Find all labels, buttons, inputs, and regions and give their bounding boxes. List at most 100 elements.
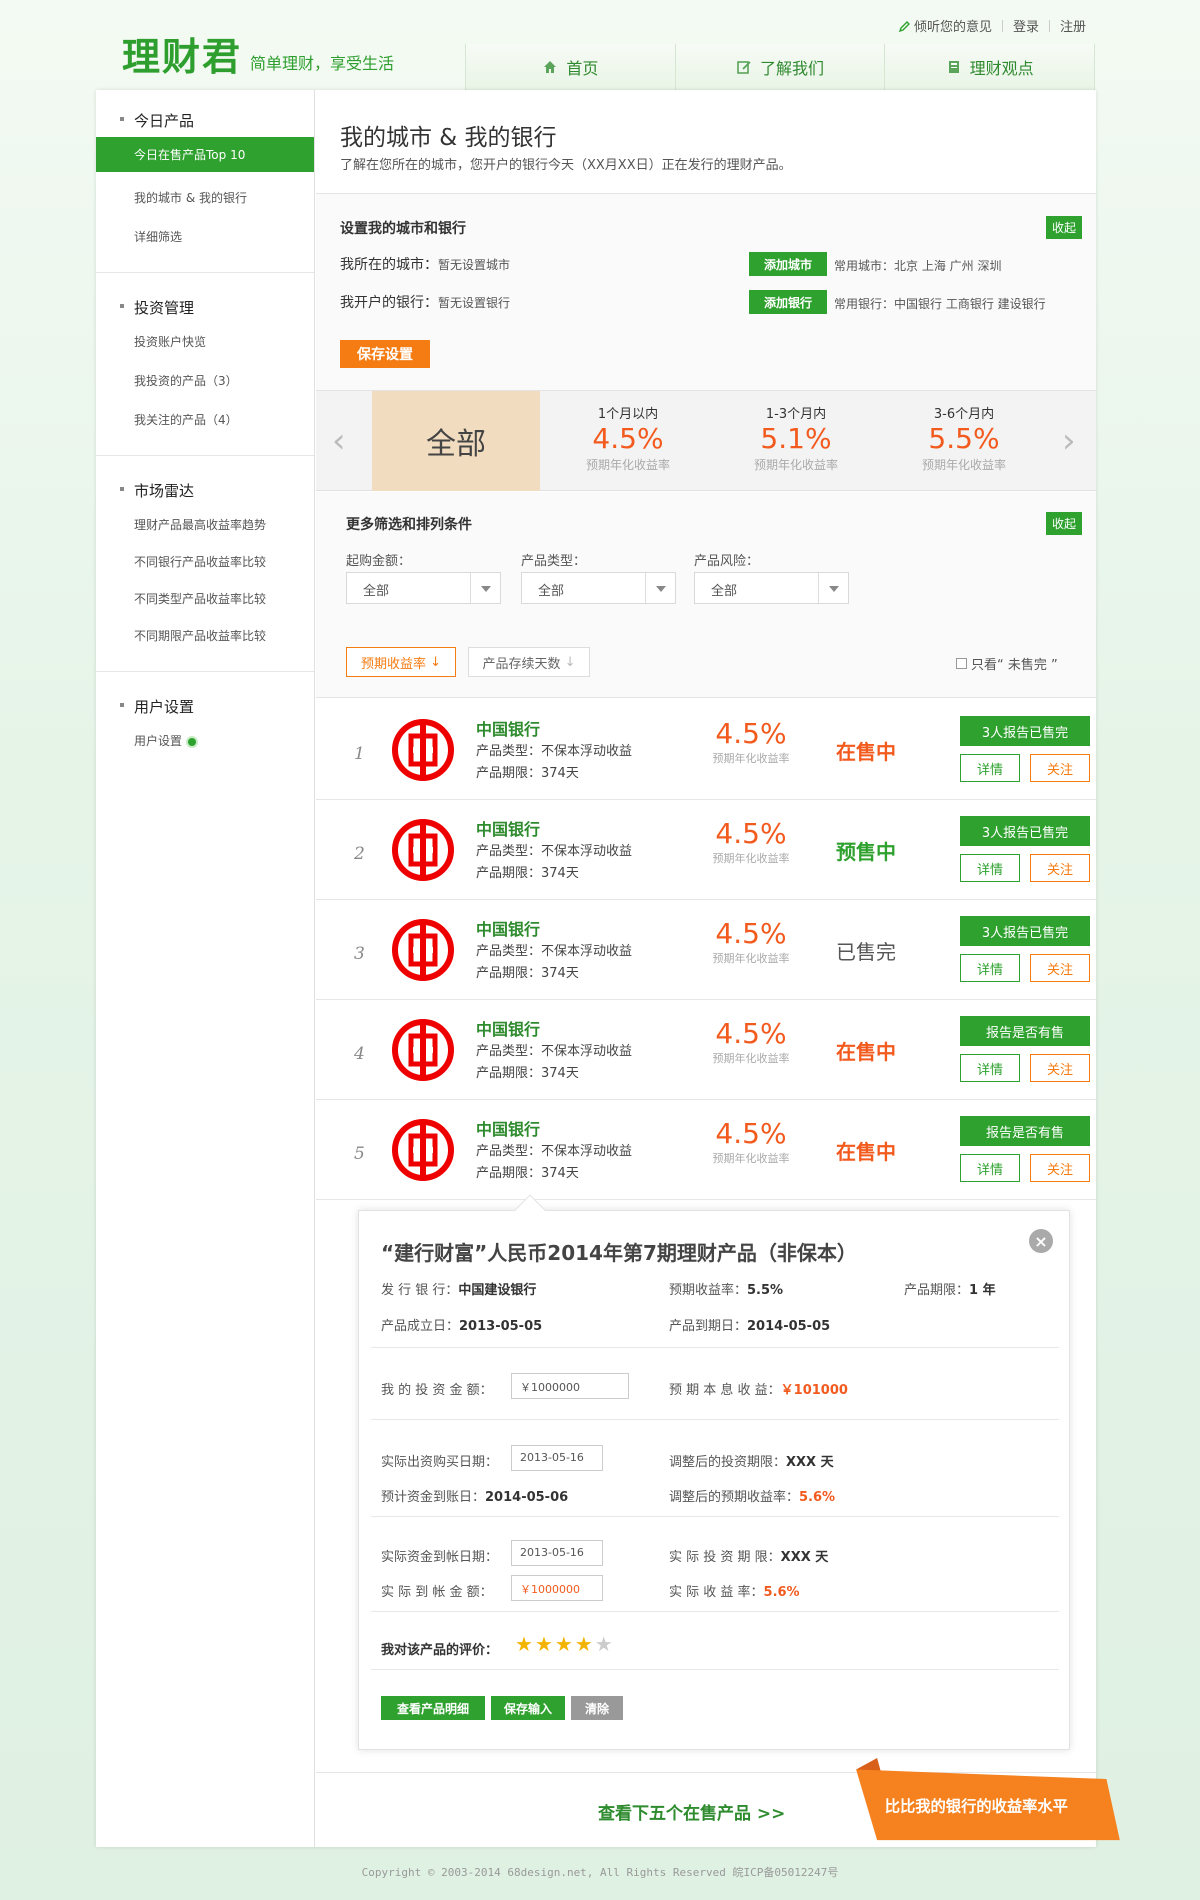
sort-days-button[interactable]: 产品存续天数 ↓: [468, 647, 590, 677]
logo[interactable]: 理财君: [122, 26, 242, 81]
prev-arrow-icon[interactable]: ‹: [332, 421, 346, 461]
risk-select[interactable]: 全部: [694, 572, 849, 604]
bank-name[interactable]: 中国银行: [476, 816, 540, 840]
view-detail-button[interactable]: 查看产品明细: [381, 1696, 485, 1720]
sidebar-item-my-city-bank[interactable]: 我的城市 & 我的银行: [96, 180, 314, 215]
bank-name[interactable]: 中国银行: [476, 1016, 540, 1040]
detail-button[interactable]: 详情: [960, 954, 1020, 982]
product-rate: 4.5% 预期年化收益率: [712, 917, 790, 966]
report-button[interactable]: 3人报告已售完: [960, 816, 1090, 846]
sidebar-item-by-term[interactable]: 不同期限产品收益率比较: [96, 618, 314, 653]
issuer-field: 发 行 银 行：中国建设银行: [381, 1283, 537, 1298]
clear-button[interactable]: 清除: [571, 1696, 623, 1720]
product-rate: 4.5% 预期年化收益率: [712, 717, 790, 766]
star-icon[interactable]: ★: [515, 1632, 533, 1656]
sidebar-item-invested[interactable]: 我投资的产品（3）: [96, 363, 314, 398]
chevron-down-icon: [470, 573, 500, 603]
tab-all[interactable]: 全部: [372, 391, 540, 491]
next-arrow-icon[interactable]: ›: [1062, 421, 1076, 461]
product-row[interactable]: 4 中国银行 产品类型：不保本浮动收益 产品期限：374天 4.5% 预期年化收益率 在售中…: [316, 1000, 1096, 1100]
real-amount-input[interactable]: ￥1000000: [511, 1575, 603, 1601]
add-city-button[interactable]: 添加城市: [749, 252, 827, 276]
bank-name[interactable]: 中国银行: [476, 716, 540, 740]
sidebar-item-accounts[interactable]: 投资账户快览: [96, 324, 314, 359]
save-settings-button[interactable]: 保存设置: [340, 340, 430, 368]
footer: Copyright © 2003-2014 68design.net, All …: [361, 1866, 839, 1879]
nav-label: 理财观点: [969, 59, 1034, 78]
follow-button[interactable]: 关注: [1030, 754, 1090, 782]
checkbox-box: [956, 658, 967, 669]
star-icon[interactable]: ★: [535, 1632, 553, 1656]
detail-button[interactable]: 详情: [960, 854, 1020, 882]
invest-input[interactable]: ￥1000000: [511, 1373, 629, 1399]
only-unsold-checkbox[interactable]: 只看“ 未售完 ”: [956, 654, 1058, 673]
content: 我的城市 & 我的银行 了解在您所在的城市，您开户的银行今天（XX月XX日）正在…: [316, 90, 1096, 1847]
page-title: 我的城市 & 我的银行: [340, 125, 557, 151]
add-bank-button[interactable]: 添加银行: [749, 290, 827, 314]
rating-stars[interactable]: ★ ★ ★ ★ ★: [515, 1632, 613, 1656]
nav-views[interactable]: 理财观点: [885, 44, 1096, 90]
sidebar-item-user-settings[interactable]: 用户设置: [96, 723, 314, 758]
follow-button[interactable]: 关注: [1030, 854, 1090, 882]
bank-name[interactable]: 中国银行: [476, 916, 540, 940]
register-link[interactable]: 注册: [1050, 16, 1096, 35]
divider: [371, 1669, 1059, 1670]
common-banks[interactable]: 常用银行：中国银行 工商银行 建设银行: [834, 295, 1046, 312]
follow-button[interactable]: 关注: [1030, 1054, 1090, 1082]
product-row[interactable]: 5 中国银行 产品类型：不保本浮动收益 产品期限：374天 4.5% 预期年化收益率 在售中…: [316, 1100, 1096, 1200]
sidebar-item-followed[interactable]: 我关注的产品（4）: [96, 402, 314, 437]
report-button[interactable]: 报告是否有售: [960, 1016, 1090, 1046]
bank-row: 我开户的银行：暂无设置银行: [340, 295, 511, 311]
sidebar: 今日产品 今日在售产品Top 10 我的城市 & 我的银行 详细筛选 投资管理 …: [96, 90, 315, 1847]
report-button[interactable]: 3人报告已售完: [960, 716, 1090, 746]
divider: [371, 1419, 1059, 1420]
settings-collapse-button[interactable]: 收起: [1046, 216, 1083, 239]
star-icon[interactable]: ★: [555, 1632, 573, 1656]
login-link[interactable]: 登录: [1003, 16, 1049, 35]
tab-3-6months[interactable]: 3-6个月内 5.5% 预期年化收益率: [894, 403, 1034, 473]
sidebar-group-title: 市场雷达: [96, 480, 314, 507]
buy-date-input[interactable]: 2013-05-16: [511, 1445, 603, 1471]
product-row[interactable]: 1 中国银行 产品类型：不保本浮动收益 产品期限：374天 4.5% 预期年化收益率 在售中…: [316, 700, 1096, 800]
report-button[interactable]: 报告是否有售: [960, 1116, 1090, 1146]
product-row[interactable]: 3 中国银行 产品类型：不保本浮动收益 产品期限：374天 4.5% 预期年化收益率 已售完…: [316, 900, 1096, 1000]
nav-home[interactable]: 首页: [466, 44, 676, 90]
next-five-link[interactable]: 查看下五个在售产品 >>: [598, 1799, 785, 1824]
close-icon[interactable]: ×: [1029, 1229, 1053, 1253]
real-arrive-input[interactable]: 2013-05-16: [511, 1540, 603, 1566]
arrow-down-icon: ↓: [564, 654, 576, 670]
product-term: 产品期限：374天: [476, 966, 579, 981]
sidebar-item-top10[interactable]: 今日在售产品Top 10: [96, 137, 314, 172]
common-cities[interactable]: 常用城市：北京 上海 广州 深圳: [834, 257, 1001, 274]
feedback-link[interactable]: 倾听您的意见: [889, 16, 1002, 35]
tab-1month[interactable]: 1个月以内 4.5% 预期年化收益率: [558, 403, 698, 473]
real-days-field: 实 际 投 资 期 限：XXX 天: [669, 1550, 829, 1565]
star-icon[interactable]: ★: [575, 1632, 593, 1656]
nav-about[interactable]: 了解我们: [676, 44, 886, 90]
follow-button[interactable]: 关注: [1030, 1154, 1090, 1182]
tab-1-3months[interactable]: 1-3个月内 5.1% 预期年化收益率: [726, 403, 866, 473]
top-links: 倾听您的意见 登录 注册: [889, 16, 1096, 35]
sidebar-item-filter[interactable]: 详细筛选: [96, 219, 314, 254]
detail-button[interactable]: 详情: [960, 1154, 1020, 1182]
detail-button[interactable]: 详情: [960, 1054, 1020, 1082]
star-icon[interactable]: ★: [595, 1632, 613, 1656]
sidebar-item-trend[interactable]: 理财产品最高收益率趋势: [96, 507, 314, 542]
sort-rate-button[interactable]: 预期收益率 ↓: [346, 647, 456, 677]
product-row[interactable]: 2 中国银行 产品类型：不保本浮动收益 产品期限：374天 4.5% 预期年化收益率 预售中…: [316, 800, 1096, 900]
bank-name[interactable]: 中国银行: [476, 1116, 540, 1140]
type-select[interactable]: 全部: [521, 572, 676, 604]
amount-select[interactable]: 全部: [346, 572, 501, 604]
compare-banner[interactable]: 比比我的银行的收益率水平: [844, 1758, 1130, 1844]
filter-title: 更多筛选和排列条件: [346, 517, 472, 533]
filter-collapse-button[interactable]: 收起: [1046, 512, 1083, 535]
sidebar-item-by-bank[interactable]: 不同银行产品收益率比较: [96, 544, 314, 579]
type-label: 产品类型：: [521, 554, 587, 569]
report-button[interactable]: 3人报告已售完: [960, 916, 1090, 946]
save-input-button[interactable]: 保存输入: [491, 1696, 565, 1720]
sidebar-item-by-type[interactable]: 不同类型产品收益率比较: [96, 581, 314, 616]
sale-status: 在售中: [836, 1140, 896, 1164]
detail-button[interactable]: 详情: [960, 754, 1020, 782]
product-rate: 4.5% 预期年化收益率: [712, 1017, 790, 1066]
follow-button[interactable]: 关注: [1030, 954, 1090, 982]
